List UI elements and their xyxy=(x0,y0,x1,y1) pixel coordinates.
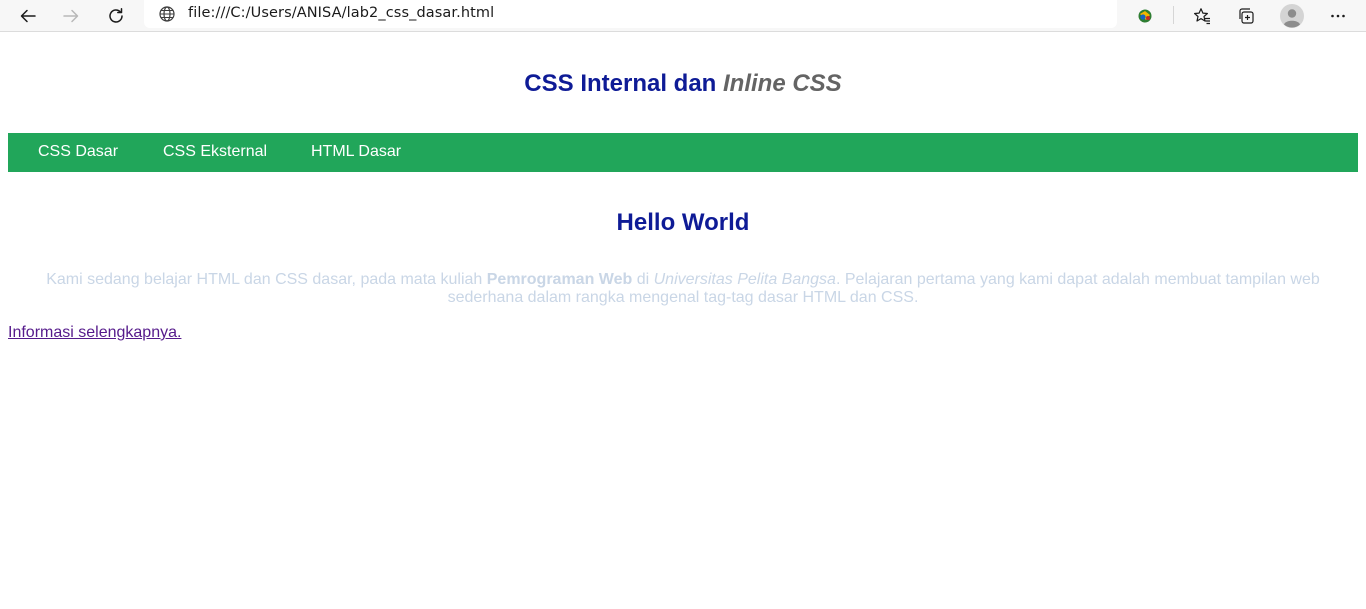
browser-toolbar: file:///C:/Users/ANISA/lab2_css_dasar.ht… xyxy=(0,0,1366,32)
collections-icon xyxy=(1239,8,1254,24)
page-title-inline-css: Inline CSS xyxy=(723,70,842,97)
intro-text-part1: Kami sedang belajar HTML dan CSS dasar, … xyxy=(46,271,487,288)
extension-button[interactable] xyxy=(1131,2,1159,30)
content-heading: Hello World xyxy=(616,209,750,236)
page-content: CSS Internal dan Inline CSS CSS Dasar CS… xyxy=(0,33,1366,609)
back-arrow-icon xyxy=(20,9,36,23)
globe-icon[interactable] xyxy=(158,5,176,23)
intro-paragraph: Kami sedang belajar HTML dan CSS dasar, … xyxy=(38,271,1328,307)
collections-button[interactable] xyxy=(1232,2,1260,30)
intro-text-part2: di xyxy=(632,271,654,288)
refresh-button[interactable] xyxy=(102,2,130,30)
favorites-button[interactable] xyxy=(1188,2,1216,30)
main-navbar: CSS Dasar CSS Eksternal HTML Dasar xyxy=(8,133,1358,172)
nav-link-css-dasar[interactable]: CSS Dasar xyxy=(38,143,118,161)
favorites-star-icon xyxy=(1194,8,1210,25)
more-info-link[interactable]: Informasi selengkapnya. xyxy=(8,324,181,342)
more-menu-icon xyxy=(1331,14,1345,18)
nav-link-html-dasar[interactable]: HTML Dasar xyxy=(311,143,401,161)
page-title: CSS Internal dan Inline CSS xyxy=(0,70,1366,98)
nav-link-css-eksternal[interactable]: CSS Eksternal xyxy=(163,143,267,161)
extension-icon xyxy=(1138,9,1152,23)
more-menu-button[interactable] xyxy=(1324,2,1352,30)
forward-arrow-icon xyxy=(63,9,79,23)
intro-university-name: Universitas Pelita Bangsa xyxy=(653,271,836,288)
forward-button[interactable] xyxy=(57,2,85,30)
intro-course-name: Pemrograman Web xyxy=(486,271,633,288)
url-text[interactable]: file:///C:/Users/ANISA/lab2_css_dasar.ht… xyxy=(188,5,494,21)
toolbar-separator xyxy=(1173,6,1174,24)
back-button[interactable] xyxy=(14,2,42,30)
page-title-main: CSS Internal dan xyxy=(524,70,723,97)
profile-avatar-icon xyxy=(1280,4,1304,28)
refresh-icon xyxy=(109,8,123,23)
address-bar[interactable]: file:///C:/Users/ANISA/lab2_css_dasar.ht… xyxy=(144,0,1117,28)
profile-button[interactable] xyxy=(1278,2,1306,30)
